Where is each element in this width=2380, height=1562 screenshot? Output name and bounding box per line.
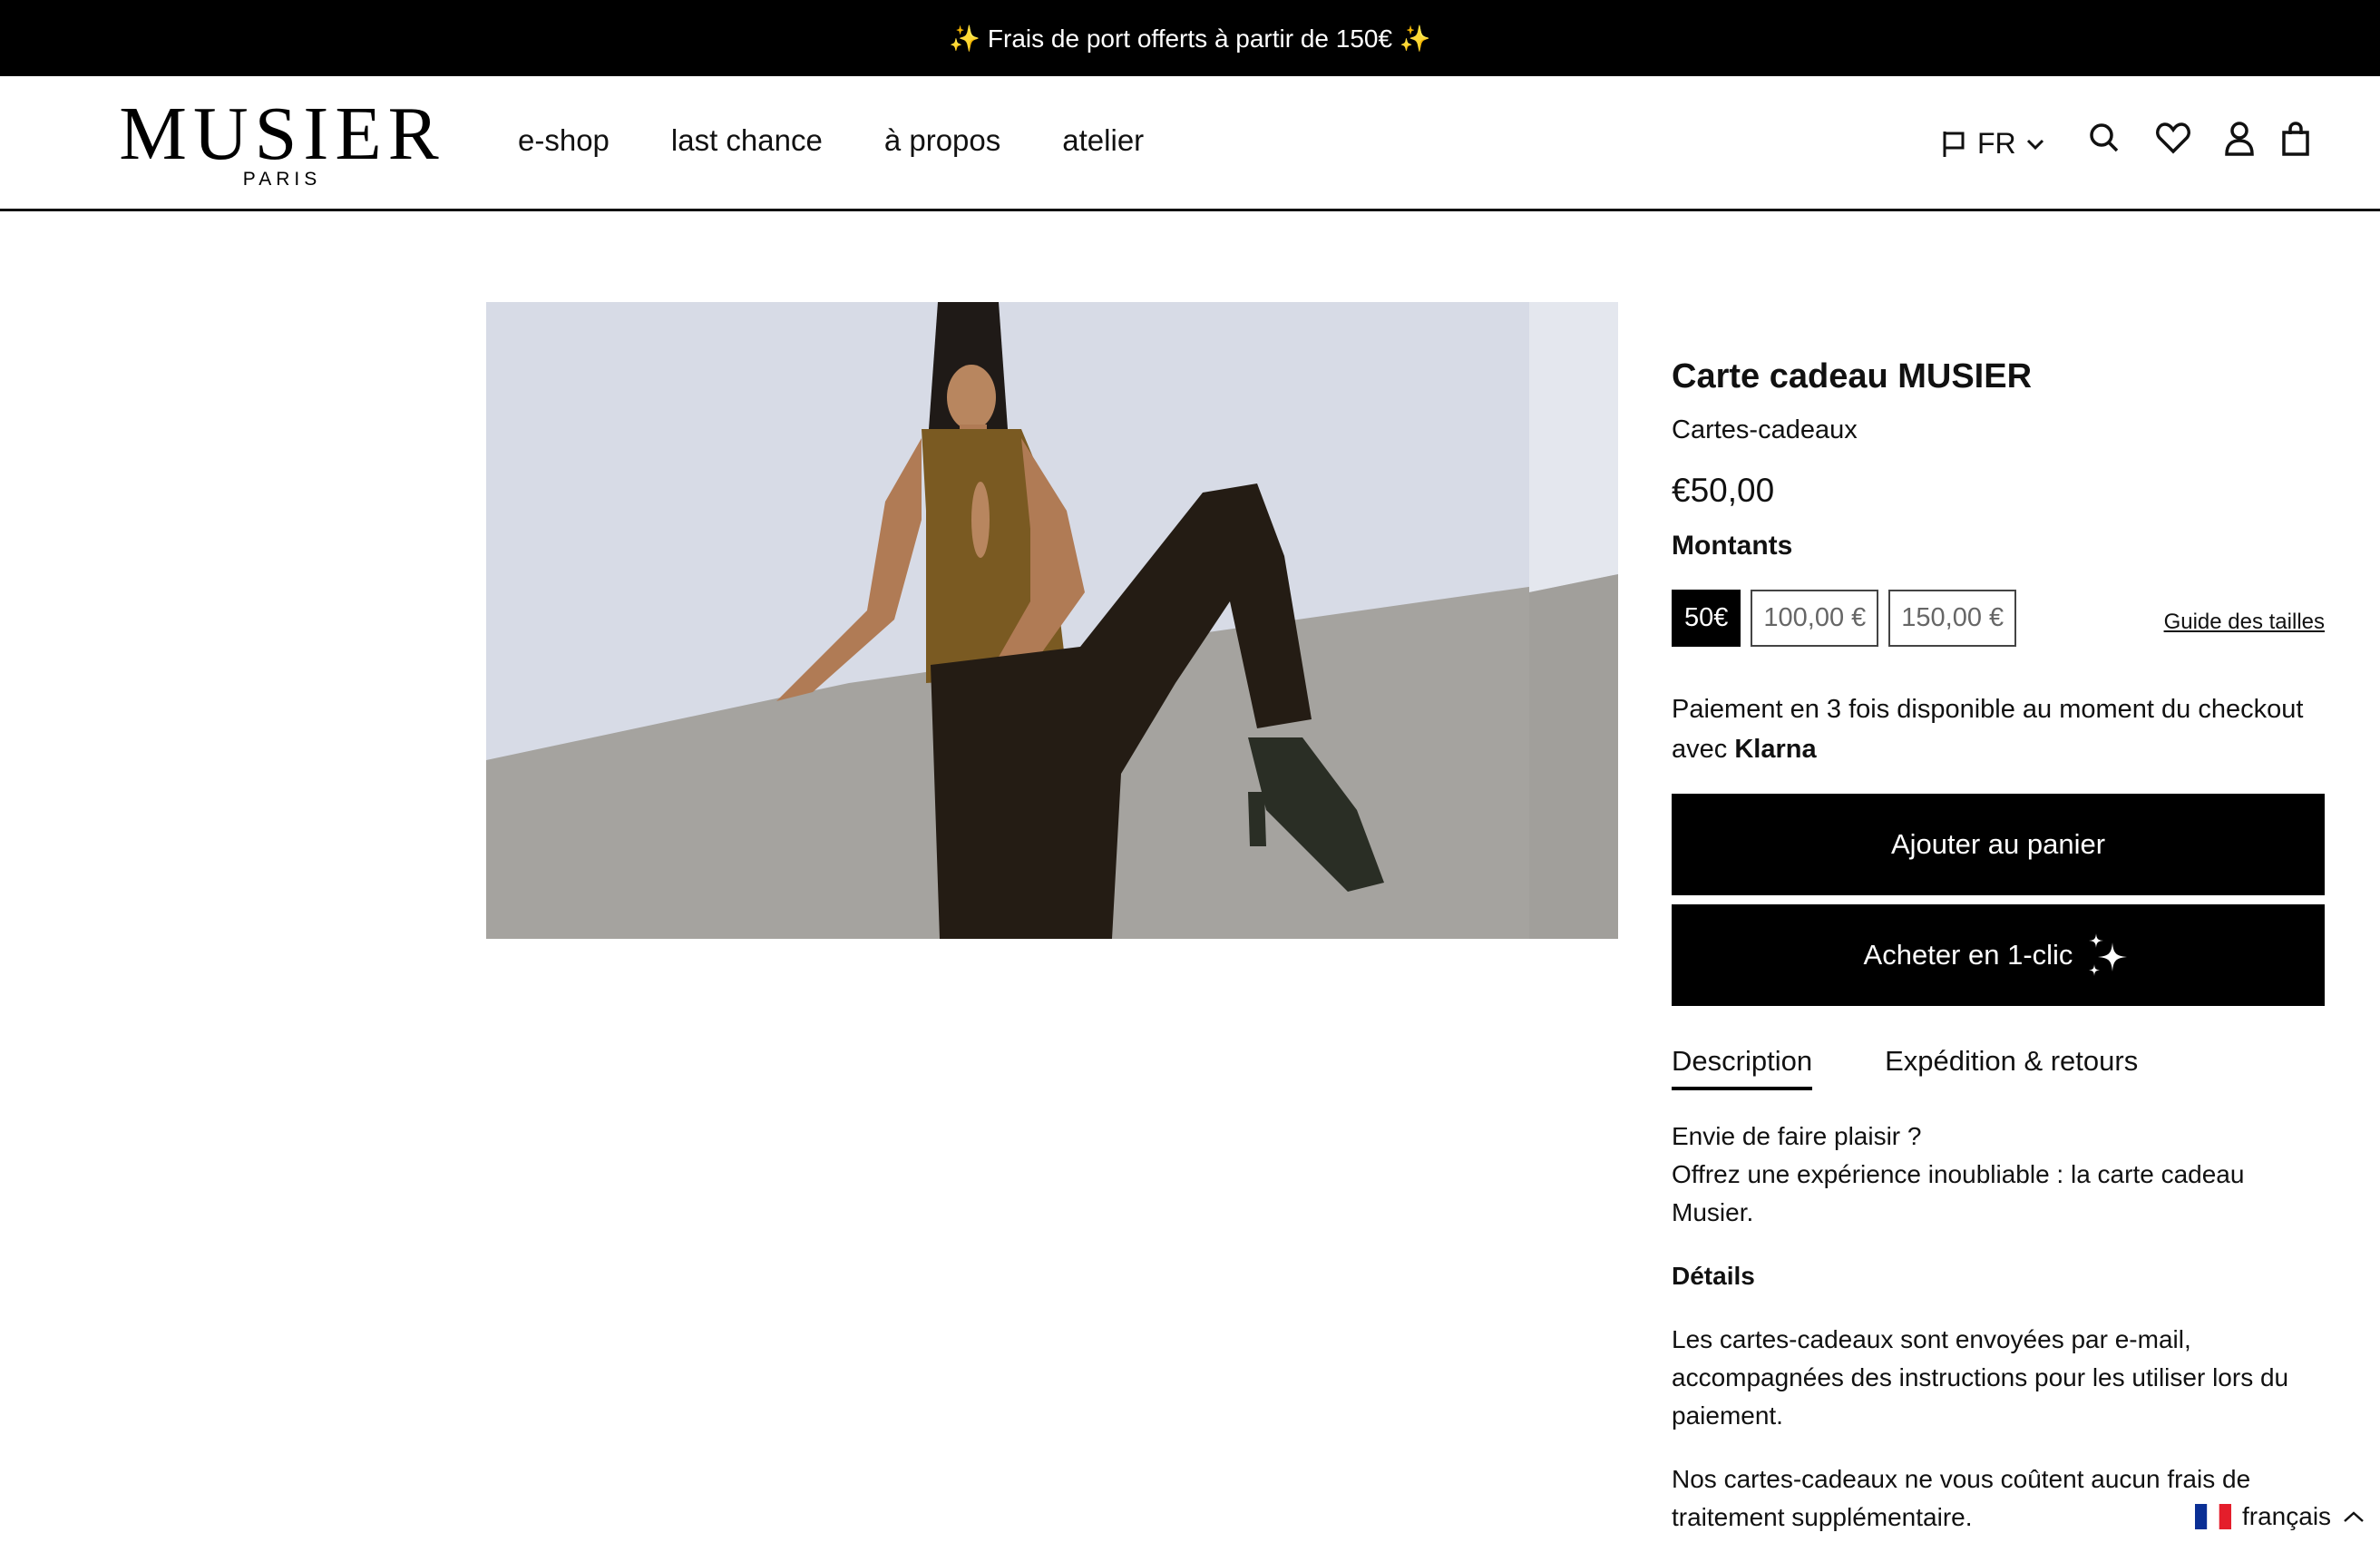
nav-about[interactable]: à propos bbox=[884, 123, 1000, 158]
heart-icon bbox=[2156, 122, 2190, 154]
amount-option-50[interactable]: 50€ bbox=[1672, 590, 1741, 647]
header-tools: FR bbox=[1932, 122, 2331, 167]
size-guide-link[interactable]: Guide des tailles bbox=[2164, 610, 2325, 635]
site-header: MUSIER PARIS e-shop last chance à propos… bbox=[0, 76, 2380, 211]
nav-last-chance[interactable]: last chance bbox=[671, 123, 823, 158]
language-switcher[interactable]: français bbox=[2195, 1499, 2366, 1535]
product-title: Carte cadeau MUSIER bbox=[1672, 357, 2033, 395]
add-to-cart-label: Ajouter au panier bbox=[1890, 828, 2106, 860]
description-line-1: Envie de faire plaisir ? bbox=[1672, 1122, 1922, 1150]
chevron-down-icon bbox=[2026, 139, 2043, 150]
product-photo bbox=[486, 302, 1618, 939]
nav-atelier[interactable]: atelier bbox=[1062, 123, 1144, 158]
product-tabs: Description Expédition & retours bbox=[1672, 1045, 2138, 1090]
flag-icon bbox=[1943, 131, 1965, 157]
product-description: Envie de faire plaisir ? Offrez une expé… bbox=[1672, 1118, 2325, 1562]
product-vendor[interactable]: Cartes-cadeaux bbox=[1672, 415, 1858, 445]
cart-button[interactable] bbox=[2281, 122, 2310, 161]
description-intro: Envie de faire plaisir ? Offrez une expé… bbox=[1672, 1118, 2325, 1232]
brand-sub: PARIS bbox=[242, 169, 322, 190]
wishlist-button[interactable] bbox=[2156, 122, 2190, 159]
shopping-bag-icon bbox=[2282, 122, 2309, 156]
account-button[interactable] bbox=[2224, 122, 2255, 161]
sparkles-icon bbox=[2089, 933, 2128, 976]
tab-description[interactable]: Description bbox=[1672, 1045, 1813, 1090]
language-switcher-label: français bbox=[2242, 1502, 2332, 1530]
amount-option-label: Montants bbox=[1672, 531, 1793, 561]
amount-option-100[interactable]: 100,00 € bbox=[1751, 590, 1879, 647]
product-price: €50,00 bbox=[1672, 472, 1775, 509]
chevron-up-icon bbox=[2344, 1511, 2364, 1522]
nav-eshop[interactable]: e-shop bbox=[518, 123, 610, 158]
french-flag-icon bbox=[2195, 1504, 2231, 1529]
tab-shipping-returns[interactable]: Expédition & retours bbox=[1885, 1045, 2138, 1090]
details-paragraph-1: Les cartes-cadeaux sont envoyées par e-m… bbox=[1672, 1325, 2289, 1430]
announcement-text: ✨ Frais de port offerts à partir de 150€… bbox=[949, 24, 1431, 53]
description-line-2: Offrez une expérience inoubliable : la c… bbox=[1672, 1160, 2245, 1226]
details-heading: Détails bbox=[1672, 1262, 1755, 1290]
language-selector[interactable]: FR bbox=[1941, 127, 2045, 161]
brand-logo[interactable]: MUSIER PARIS bbox=[118, 92, 446, 190]
search-button[interactable] bbox=[2088, 122, 2121, 159]
announcement-bar: ✨ Frais de port offerts à partir de 150€… bbox=[0, 0, 2380, 76]
buy-one-click-label: Acheter en 1-clic bbox=[1863, 939, 2073, 971]
klarna-brand: Klarna bbox=[1734, 735, 1817, 764]
amount-option-150[interactable]: 150,00 € bbox=[1888, 590, 2017, 647]
main-nav: e-shop last chance à propos atelier bbox=[518, 123, 1144, 158]
search-icon bbox=[2090, 123, 2119, 152]
amount-selector: 50€ 100,00 € 150,00 € bbox=[1672, 590, 2017, 647]
language-code: FR bbox=[1977, 127, 2016, 160]
product-image[interactable] bbox=[486, 302, 1618, 939]
add-to-cart-button[interactable]: Ajouter au panier bbox=[1672, 794, 2325, 895]
user-icon bbox=[2225, 122, 2254, 156]
klarna-message: Paiement en 3 fois disponible au moment … bbox=[1672, 689, 2325, 769]
brand-name: MUSIER bbox=[119, 92, 445, 176]
buy-one-click-button[interactable]: Acheter en 1-clic bbox=[1672, 904, 2325, 1006]
